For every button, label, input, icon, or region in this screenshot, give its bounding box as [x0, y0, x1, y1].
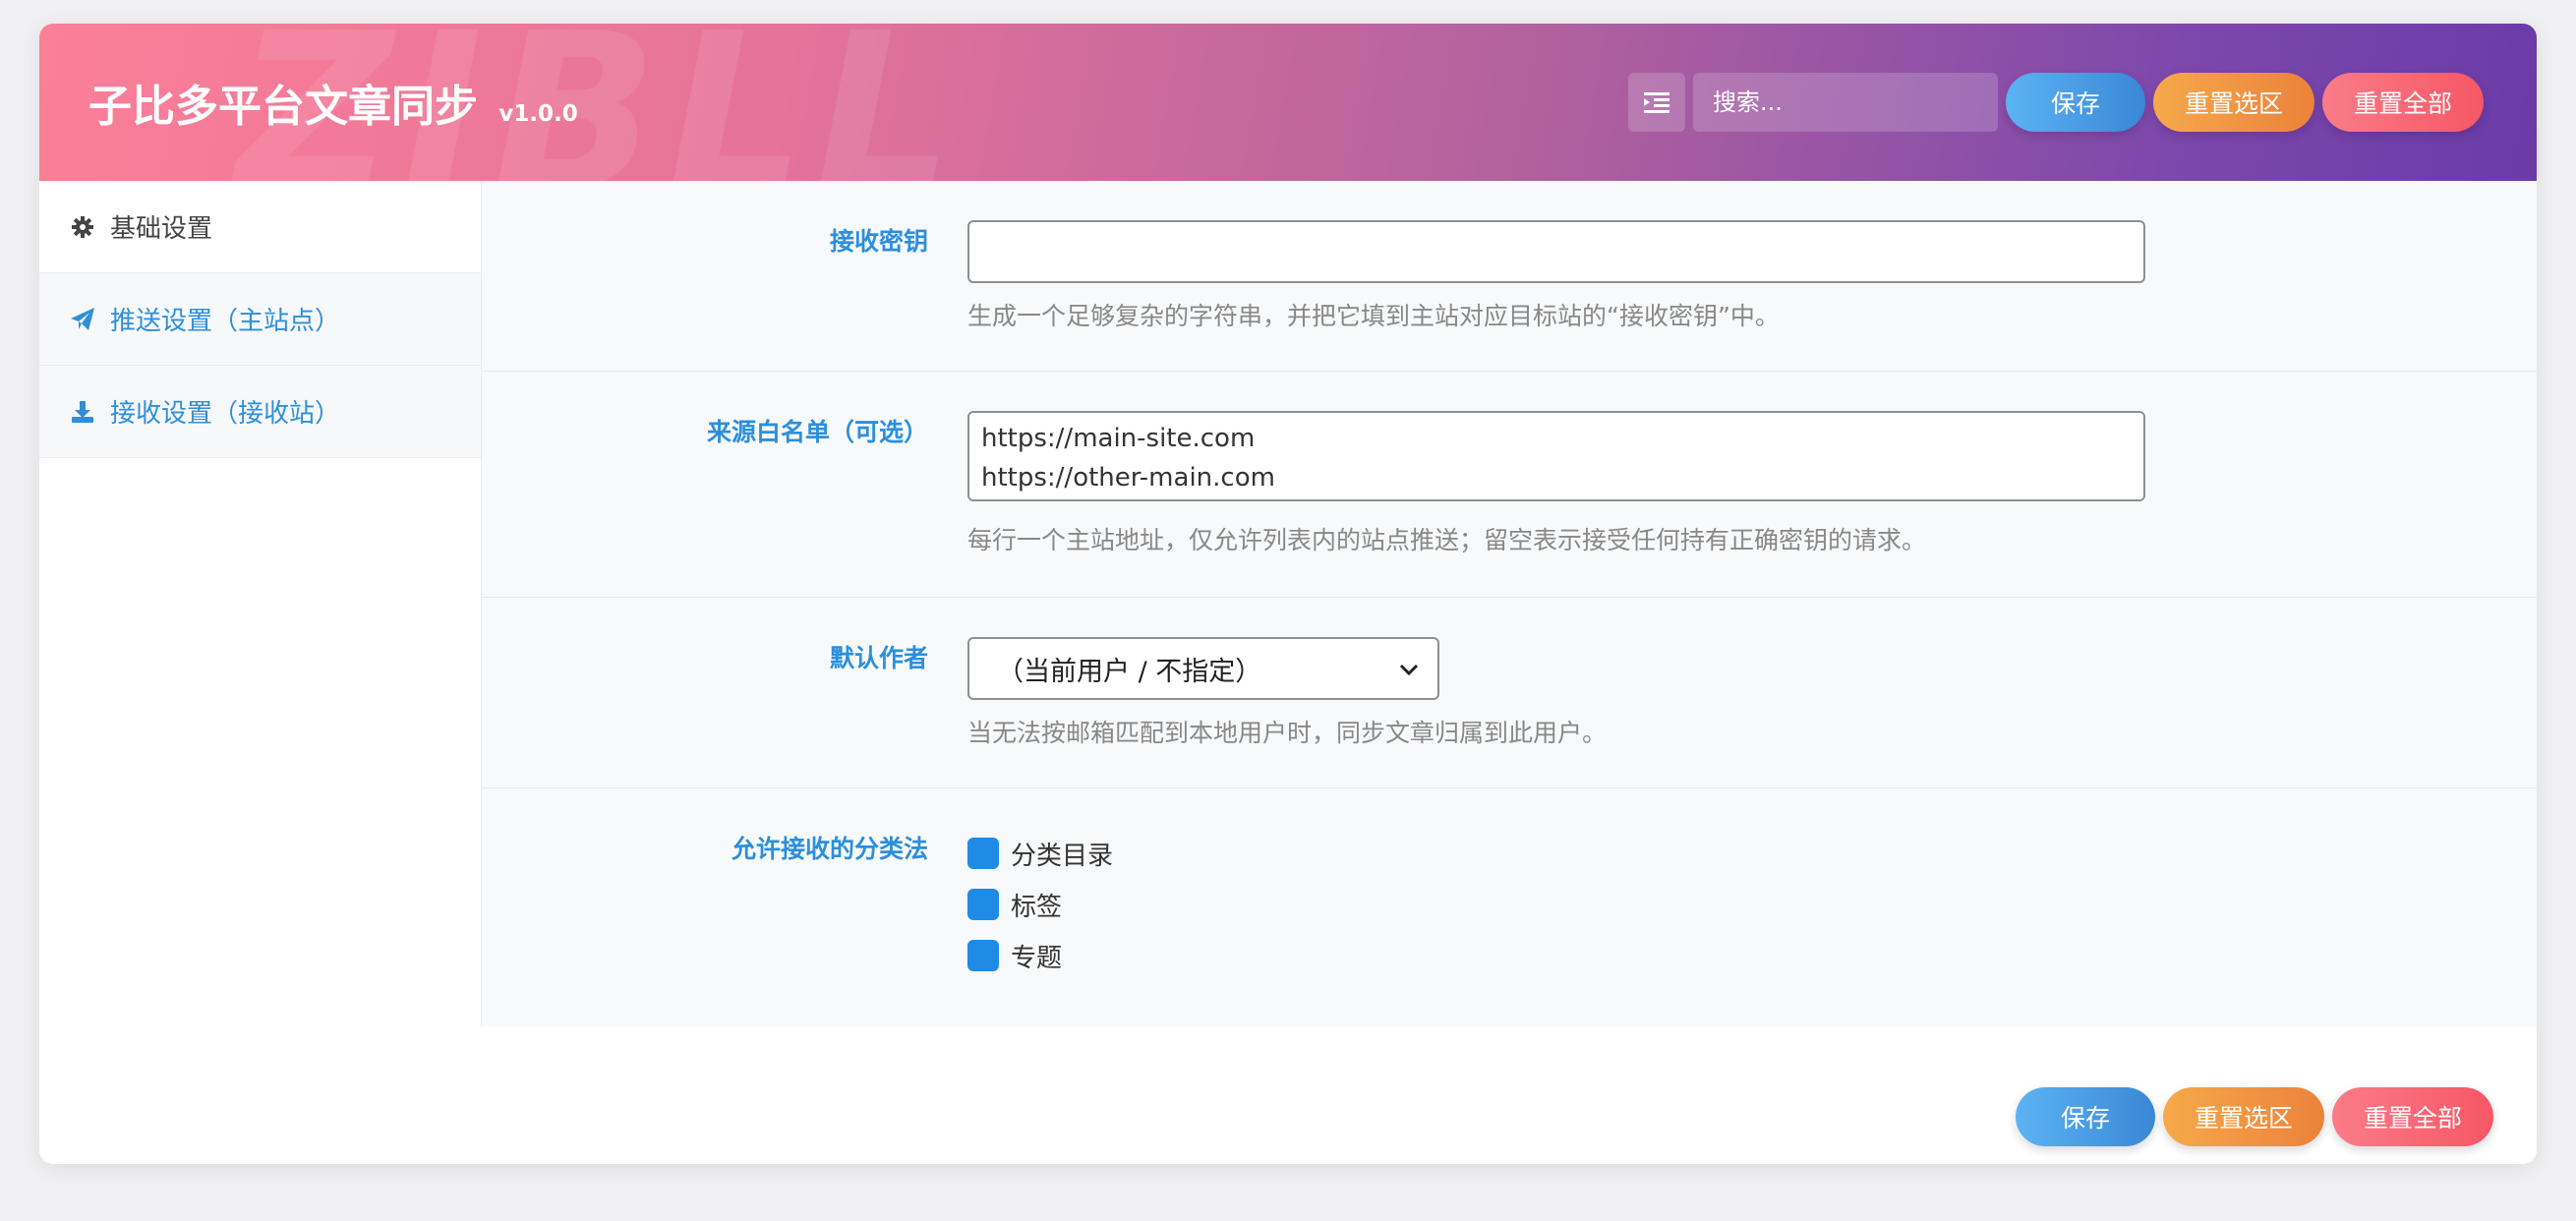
reset-all-button[interactable]: 重置全部	[2322, 73, 2484, 132]
whitelist-textarea[interactable]	[967, 411, 2145, 501]
header-bar: ZIBLL 子比多平台文章同步 v1.0.0 保存 重置选区 重置全部	[39, 24, 2537, 220]
footer-reset-section-button[interactable]: 重置选区	[2163, 1087, 2324, 1146]
default-author-row: 默认作者 （当前用户 / 不指定） 当无法按邮箱匹配到本地用户时，同步文章归属到…	[482, 598, 2537, 788]
taxonomy-option-label: 分类目录	[1011, 841, 1114, 871]
taxonomy-option-category[interactable]: 分类目录	[967, 828, 1113, 879]
app-title: 子比多平台文章同步 v1.0.0	[88, 71, 578, 134]
footer-actions: 保存 重置选区 重置全部	[2016, 1087, 2493, 1146]
footer-reset-all-button[interactable]: 重置全部	[2332, 1087, 2493, 1146]
whitelist-label: 来源白名单（可选）	[706, 418, 928, 446]
receive-key-help: 生成一个足够复杂的字符串，并把它填到主站对应目标站的“接收密钥”中。	[967, 302, 1780, 330]
taxonomy-option-label: 专题	[1011, 943, 1063, 973]
sidebar: 基础设置 推送设置（主站点） 接收设置（接收站）	[39, 181, 482, 1026]
taxonomy-option-topic[interactable]: 专题	[967, 930, 1113, 981]
sidebar-item-basic-settings[interactable]: 基础设置	[39, 181, 481, 273]
settings-panel: ZIBLL 子比多平台文章同步 v1.0.0 保存 重置选区 重置全部	[39, 24, 2537, 1164]
checkbox-checked[interactable]	[967, 889, 999, 920]
expand-all-button[interactable]	[1628, 73, 1685, 132]
sidebar-item-label: 基础设置	[110, 214, 213, 244]
checkbox-checked[interactable]	[967, 838, 999, 869]
download-icon	[69, 398, 96, 426]
taxonomies-field-area: 分类目录 标签 专题	[967, 828, 1113, 981]
app-title-text: 子比多平台文章同步	[88, 82, 478, 132]
default-author-label: 默认作者	[829, 644, 928, 672]
whitelist-row: 来源白名单（可选） 每行一个主站地址，仅允许列表内的站点推送；留空表示接受任何持…	[482, 372, 2537, 598]
sidebar-item-label: 推送设置（主站点）	[110, 307, 341, 336]
receive-key-row: 接收密钥 生成一个足够复杂的字符串，并把它填到主站对应目标站的“接收密钥”中。	[482, 181, 2537, 372]
paper-plane-icon	[69, 306, 96, 333]
footer-save-button[interactable]: 保存	[2016, 1087, 2155, 1146]
sidebar-item-label: 接收设置（接收站）	[110, 399, 341, 429]
chevron-down-icon	[1399, 664, 1419, 676]
taxonomies-row: 允许接收的分类法 分类目录 标签 专题	[482, 788, 2537, 1026]
whitelist-help: 每行一个主站地址，仅允许列表内的站点推送；留空表示接受任何持有正确密钥的请求。	[967, 526, 1927, 554]
footer-bar: 保存 重置选区 重置全部	[39, 1026, 2537, 1164]
taxonomies-label: 允许接收的分类法	[731, 835, 928, 863]
save-button[interactable]: 保存	[2006, 73, 2145, 132]
taxonomy-option-tag[interactable]: 标签	[967, 879, 1113, 930]
sidebar-item-push-settings[interactable]: 推送设置（主站点）	[39, 273, 481, 366]
taxonomy-option-label: 标签	[1011, 892, 1063, 922]
default-author-field-area: （当前用户 / 不指定） 当无法按邮箱匹配到本地用户时，同步文章归属到此用户。	[967, 637, 1607, 749]
gear-icon	[69, 213, 96, 241]
checkbox-checked[interactable]	[967, 940, 999, 971]
indent-icon	[1644, 92, 1669, 113]
reset-section-button[interactable]: 重置选区	[2153, 73, 2314, 132]
receive-key-input[interactable]	[967, 220, 2145, 283]
search-input[interactable]	[1693, 73, 1998, 132]
app-version: v1.0.0	[498, 101, 578, 127]
default-author-select[interactable]: （当前用户 / 不指定）	[967, 637, 1439, 700]
receive-key-label: 接收密钥	[829, 227, 928, 256]
whitelist-field-area: 每行一个主站地址，仅允许列表内的站点推送；留空表示接受任何持有正确密钥的请求。	[967, 411, 2145, 556]
receive-key-field-area: 生成一个足够复杂的字符串，并把它填到主站对应目标站的“接收密钥”中。	[967, 220, 2145, 332]
sidebar-item-receive-settings[interactable]: 接收设置（接收站）	[39, 366, 481, 458]
header-actions: 保存 重置选区 重置全部	[1628, 73, 2484, 132]
default-author-help: 当无法按邮箱匹配到本地用户时，同步文章归属到此用户。	[967, 719, 1608, 747]
default-author-selected: （当前用户 / 不指定）	[997, 656, 1262, 687]
settings-content: 接收密钥 生成一个足够复杂的字符串，并把它填到主站对应目标站的“接收密钥”中。 …	[482, 181, 2537, 1026]
